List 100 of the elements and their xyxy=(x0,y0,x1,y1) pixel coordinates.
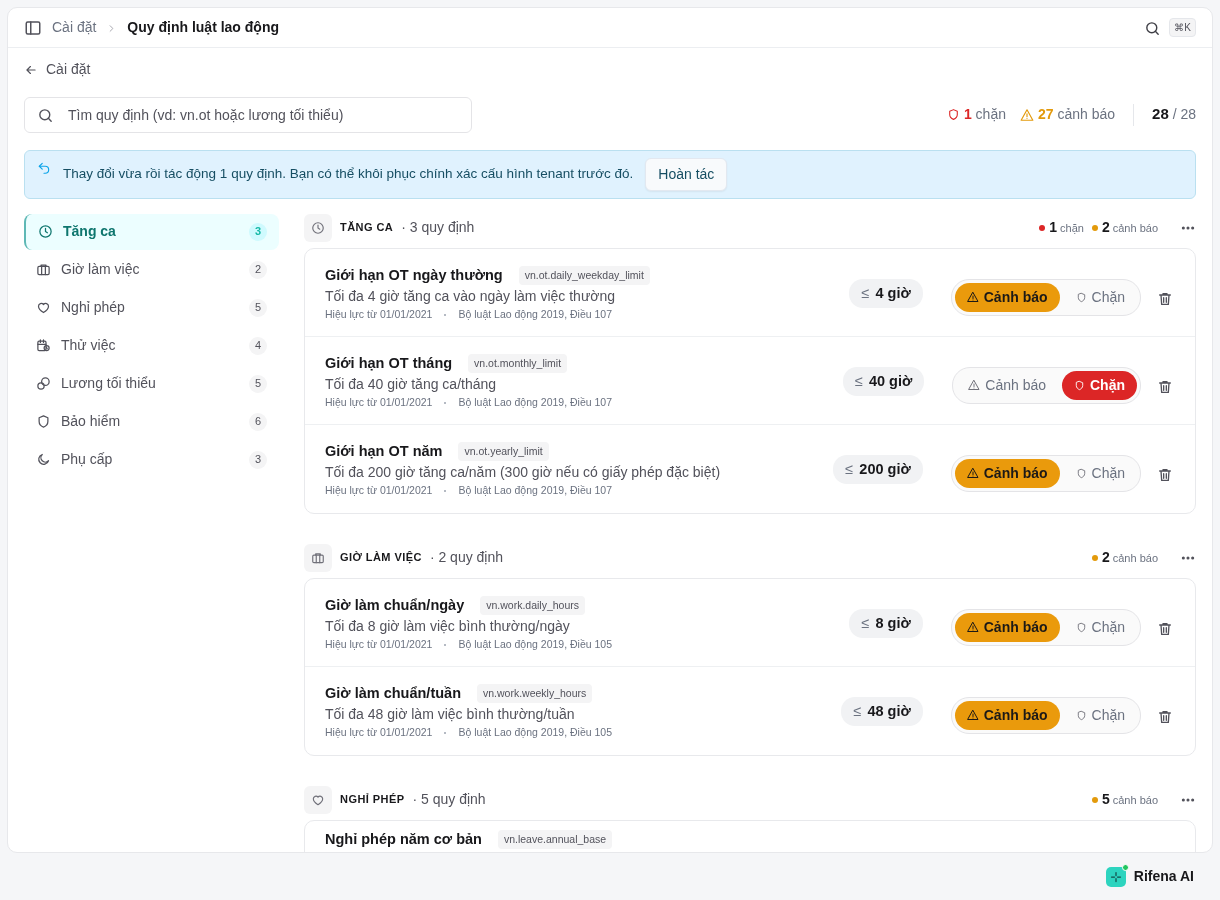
count-badge: 2 xyxy=(249,260,267,279)
limit-value: ≤ 48 giờ xyxy=(841,696,923,727)
rule-title: Giờ làm chuẩn/tuần xyxy=(325,683,461,703)
legal-source: Bộ luật Lao động 2019, Điều 107 xyxy=(458,307,612,323)
shield-icon xyxy=(1075,291,1087,303)
effective-date: Hiệu lực từ 01/01/2021 xyxy=(325,395,433,411)
trash-icon[interactable] xyxy=(1157,290,1173,307)
count-badge: 5 xyxy=(249,298,267,317)
limit-value: ≤ 40 giờ xyxy=(842,366,925,397)
search-input[interactable]: Tìm quy định (vd: vn.ot hoặc lương tối thiểu) xyxy=(66,102,459,127)
warning-icon xyxy=(966,291,979,303)
effective-date: Hiệu lực từ 01/01/2021 xyxy=(325,483,433,499)
rule-code: vn.leave.annual_base xyxy=(497,829,613,850)
sidebar-item[interactable]: Nghỉ phép 5 xyxy=(24,289,279,326)
shield-icon xyxy=(1075,709,1087,721)
count-badge: 5 xyxy=(249,374,267,393)
trash-icon[interactable] xyxy=(1157,466,1173,483)
shield-icon xyxy=(36,414,51,429)
trash-icon[interactable] xyxy=(1157,378,1173,395)
sidebar-item[interactable]: Bảo hiểm 6 xyxy=(24,403,279,440)
heart-icon xyxy=(36,300,51,315)
undo-icon xyxy=(37,160,51,175)
shield-icon xyxy=(946,108,960,121)
warning-icon xyxy=(966,621,979,633)
shield-icon xyxy=(1074,379,1085,391)
sidebar-item[interactable]: Phụ cấp 3 xyxy=(24,441,279,478)
coins-icon xyxy=(36,376,51,391)
rule-code: vn.work.daily_hours xyxy=(480,595,586,616)
section-title: GIỜ LÀM VIỆC xyxy=(340,550,422,566)
moon-icon xyxy=(36,452,51,467)
warning-icon xyxy=(1020,107,1034,122)
rule-code: vn.ot.yearly_limit xyxy=(458,441,549,462)
summary-text: 2 cảnh báo xyxy=(1101,218,1158,237)
notice-text: Thay đổi vừa rồi tác động 1 quy định. Bạn có thể khôi phục chính xác cấu hình tenant trước đó. xyxy=(63,164,634,183)
legal-source: Bộ luật Lao động 2019, Điều 105 xyxy=(458,637,612,653)
limit-value: ≤ 8 giờ xyxy=(849,608,923,639)
effective-date: Hiệu lực từ 01/01/2021 xyxy=(325,637,433,653)
sidebar-item[interactable]: Tăng ca 3 xyxy=(24,213,279,250)
shield-icon xyxy=(1075,467,1087,479)
briefcase-icon xyxy=(36,262,51,277)
count-badge: 3 xyxy=(249,222,267,241)
legal-source: Bộ luật Lao động 2019, Điều 107 xyxy=(458,483,612,499)
breadcrumb-link[interactable]: Cài đặt xyxy=(52,17,97,38)
warning-icon xyxy=(968,379,981,391)
search-icon[interactable] xyxy=(1144,19,1162,37)
rule-description: Tối đa 40 giờ tăng ca/tháng xyxy=(325,375,498,395)
rule-code: vn.ot.daily_weekday_limit xyxy=(518,265,650,286)
calendar-clock-icon xyxy=(36,338,51,353)
summary-text: 1 chặn xyxy=(1049,218,1084,237)
sidebar-item[interactable]: Thử việc 4 xyxy=(24,327,279,364)
rule-title: Giới hạn OT ngày thường xyxy=(325,265,503,285)
stat-text: 1 chặn xyxy=(963,105,1006,124)
rule-title: Giờ làm chuẩn/ngày xyxy=(325,595,465,615)
rule-code: vn.ot.monthly_limit xyxy=(468,353,568,374)
result-count: 28 / 28 xyxy=(1152,104,1196,125)
sidebar-item[interactable]: Giờ làm việc 2 xyxy=(24,251,279,288)
warning-option[interactable]: Cảnh báo xyxy=(954,612,1060,642)
count-badge: 6 xyxy=(249,412,267,431)
rule-description: Tối đa 8 giờ làm việc bình thường/ngày xyxy=(325,617,571,637)
summary-text: 2 cảnh báo xyxy=(1101,548,1158,567)
block-option[interactable]: Chặn xyxy=(1063,700,1137,730)
rule-code: vn.work.weekly_hours xyxy=(477,683,593,704)
rule-description: Tối đa 48 giờ làm việc bình thường/tuần xyxy=(325,705,576,725)
warning-option[interactable]: Cảnh báo xyxy=(956,370,1058,400)
limit-value: ≤ 4 giờ xyxy=(849,278,923,309)
assistant-button[interactable]: Rifena AI xyxy=(1099,865,1200,888)
block-option[interactable]: Chặn xyxy=(1063,458,1137,488)
count-badge: 4 xyxy=(249,336,267,355)
legal-source: Bộ luật Lao động 2019, Điều 105 xyxy=(458,725,612,741)
clock-icon xyxy=(38,224,53,239)
breadcrumb-current: Quy định luật lao động xyxy=(127,18,279,37)
undo-button[interactable]: Hoàn tác xyxy=(645,157,728,191)
search-icon xyxy=(37,106,54,124)
effective-date: Hiệu lực từ 01/01/2021 xyxy=(325,307,433,323)
search-field[interactable]: Tìm quy định (vd: vn.ot hoặc lương tối thiểu) xyxy=(24,96,472,133)
block-option[interactable]: Chặn xyxy=(1062,370,1137,400)
legal-source: Bộ luật Lao động 2019, Điều 107 xyxy=(458,395,612,411)
warning-icon xyxy=(966,467,979,479)
warning-option[interactable]: Cảnh báo xyxy=(954,458,1060,488)
section-count: · 3 quy định xyxy=(401,218,475,237)
section-count: · 5 quy định xyxy=(412,790,486,809)
rule-title: Giới hạn OT năm xyxy=(325,441,443,461)
section-title: NGHỈ PHÉP xyxy=(340,792,405,808)
rule-title: Nghỉ phép năm cơ bản xyxy=(325,829,482,849)
block-option[interactable]: Chặn xyxy=(1063,612,1137,642)
summary-text: 5 cảnh báo xyxy=(1101,790,1158,809)
back-link[interactable]: Cài đặt xyxy=(24,59,91,80)
shortcut-hint: ⌘K xyxy=(1169,18,1196,37)
block-option[interactable]: Chặn xyxy=(1063,282,1137,312)
warning-option[interactable]: Cảnh báo xyxy=(954,282,1060,312)
trash-icon[interactable] xyxy=(1157,708,1173,725)
sidebar-item[interactable]: Lương tối thiểu 5 xyxy=(24,365,279,402)
rule-description: Tối đa 200 giờ tăng ca/năm (300 giờ nếu có giấy phép đặc biệt) xyxy=(325,463,722,483)
limit-value: ≤ 200 giờ xyxy=(833,454,923,485)
sidebar-toggle-icon[interactable] xyxy=(24,19,42,38)
briefcase-icon xyxy=(311,550,325,565)
count-badge: 3 xyxy=(249,450,267,469)
warning-option[interactable]: Cảnh báo xyxy=(954,700,1060,730)
trash-icon[interactable] xyxy=(1157,620,1173,637)
effective-date: Hiệu lực từ 01/01/2021 xyxy=(325,725,433,741)
